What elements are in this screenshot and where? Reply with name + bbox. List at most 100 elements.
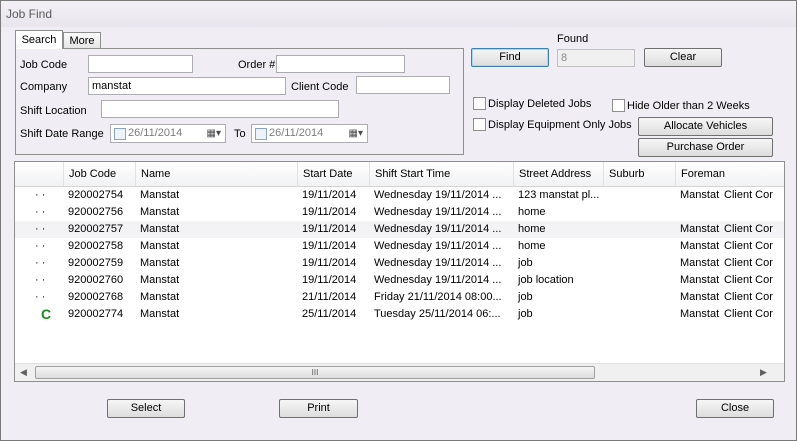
cell-suburb <box>603 306 675 323</box>
cell-status: · · <box>35 257 46 269</box>
horizontal-scrollbar[interactable]: ◀ III ▶ <box>15 363 784 381</box>
cell-start-date: 19/11/2014 <box>302 274 357 286</box>
table-row[interactable]: · · 920002757 Manstat 19/11/2014 Wednesday 1… <box>15 221 784 238</box>
display-deleted-checkbox[interactable] <box>473 97 486 110</box>
hide-older-checkbox[interactable] <box>612 99 625 112</box>
calendar-dropdown-icon[interactable]: ▦▾ <box>349 128 363 139</box>
cell-job-code: 920002774 <box>68 308 124 320</box>
cell-name: Manstat <box>140 189 180 201</box>
cell-job-code: 920002759 <box>68 257 124 269</box>
cell-status: · · <box>35 189 46 201</box>
title-bar: Job Find <box>1 1 796 27</box>
order-input[interactable] <box>276 55 405 73</box>
cell-job-code: 920002754 <box>68 189 124 201</box>
to-label: To <box>234 128 246 140</box>
calendar-dropdown-icon[interactable]: ▦▾ <box>207 128 221 139</box>
hide-older-label: Hide Older than 2 Weeks <box>627 100 750 112</box>
cell-client-contact: Client Cor <box>724 291 773 303</box>
header-start-date[interactable]: Start Date <box>297 162 369 186</box>
cell-shift-start-time: Tuesday 25/11/2014 06:... <box>374 308 501 320</box>
cell-job-code: 920002756 <box>68 206 124 218</box>
find-button[interactable]: Find <box>471 48 549 67</box>
cell-shift-start-time: Wednesday 19/11/2014 ... <box>374 257 502 269</box>
cell-shift-start-time: Friday 21/11/2014 08:00... <box>374 291 502 303</box>
cell-status: · · <box>35 240 46 252</box>
cell-status: C <box>41 306 52 322</box>
cell-shift-start-time: Wednesday 19/11/2014 ... <box>374 206 502 218</box>
job-code-input[interactable] <box>88 55 193 73</box>
tab-more[interactable]: More <box>63 32 101 48</box>
cell-start-date: 19/11/2014 <box>302 223 357 235</box>
scroll-thumb[interactable]: III <box>35 366 595 379</box>
cell-street-address: home <box>518 223 546 235</box>
cell-status: · · <box>35 274 46 286</box>
cell-name: Manstat <box>140 223 180 235</box>
results-grid[interactable]: Job Code Name Start Date Shift Start Tim… <box>14 161 785 382</box>
order-label: Order # <box>238 59 276 71</box>
cell-foreman: Manstat <box>680 308 720 320</box>
shift-location-input[interactable] <box>101 100 339 118</box>
table-row[interactable]: · · 920002760 Manstat 19/11/2014 Wednesday 1… <box>15 272 784 289</box>
cell-name: Manstat <box>140 274 180 286</box>
cell-foreman <box>675 204 723 221</box>
shift-location-label: Shift Location <box>20 105 87 117</box>
found-count: 8 <box>557 49 635 67</box>
cell-client-contact: Client Cor <box>724 274 773 286</box>
cell-start-date: 19/11/2014 <box>302 240 357 252</box>
header-status[interactable] <box>15 162 63 186</box>
cell-job-code: 920002768 <box>68 291 124 303</box>
date-to-checkbox[interactable] <box>255 128 267 140</box>
cell-foreman: Manstat <box>680 257 720 269</box>
tab-search[interactable]: Search <box>15 30 63 49</box>
header-foreman[interactable]: Foreman <box>675 162 784 186</box>
date-from-checkbox[interactable] <box>114 128 126 140</box>
client-code-input[interactable] <box>356 76 450 94</box>
shift-date-range-label: Shift Date Range <box>20 128 104 140</box>
cell-suburb <box>603 221 675 238</box>
allocate-vehicles-button[interactable]: Allocate Vehicles <box>638 117 773 136</box>
cell-street-address: job location <box>518 274 574 286</box>
cell-client-contact: Client Cor <box>724 257 773 269</box>
table-row[interactable]: · · 920002754 Manstat 19/11/2014 Wednesday 1… <box>15 187 784 204</box>
scroll-right-icon[interactable]: ▶ <box>760 367 767 378</box>
header-name[interactable]: Name <box>135 162 297 186</box>
cell-status: · · <box>35 223 46 235</box>
cell-foreman: Manstat <box>680 189 720 201</box>
job-code-label: Job Code <box>20 59 68 71</box>
cell-street-address: 123 manstat pl... <box>518 189 600 201</box>
table-row[interactable]: · · 920002759 Manstat 19/11/2014 Wednesday 1… <box>15 255 784 272</box>
cell-street-address: job <box>518 291 533 303</box>
found-label: Found <box>557 33 589 45</box>
header-shift-start-time[interactable]: Shift Start Time <box>369 162 513 186</box>
table-row[interactable]: C 920002774 Manstat 25/11/2014 Tuesday 25/11… <box>15 306 784 323</box>
cell-client-contact <box>719 204 784 221</box>
cell-start-date: 19/11/2014 <box>302 206 357 218</box>
table-row[interactable]: · · 920002756 Manstat 19/11/2014 Wednesday 1… <box>15 204 784 221</box>
cell-start-date: 25/11/2014 <box>302 308 357 320</box>
cell-street-address: home <box>518 206 546 218</box>
header-job-code[interactable]: Job Code <box>63 162 135 186</box>
display-equipment-checkbox[interactable] <box>473 118 486 131</box>
header-street-address[interactable]: Street Address <box>513 162 603 186</box>
header-suburb[interactable]: Suburb <box>603 162 675 186</box>
cell-job-code: 920002757 <box>68 223 124 235</box>
select-button[interactable]: Select <box>107 399 185 418</box>
close-button[interactable]: Close <box>696 399 774 418</box>
date-to-picker[interactable]: 26/11/2014 ▦▾ <box>251 124 368 143</box>
cell-name: Manstat <box>140 206 180 218</box>
purchase-order-button[interactable]: Purchase Order <box>638 138 773 157</box>
search-panel: Job Code Order # Company manstat Client … <box>15 48 464 155</box>
cell-foreman: Manstat <box>680 223 720 235</box>
table-row[interactable]: · · 920002758 Manstat 19/11/2014 Wednesday 1… <box>15 238 784 255</box>
date-from-picker[interactable]: 26/11/2014 ▦▾ <box>110 124 226 143</box>
print-button[interactable]: Print <box>279 399 358 418</box>
cell-suburb <box>603 255 675 272</box>
clear-button[interactable]: Clear <box>644 48 722 67</box>
company-input[interactable]: manstat <box>88 77 286 95</box>
cell-start-date: 19/11/2014 <box>302 257 357 269</box>
cell-job-code: 920002758 <box>68 240 124 252</box>
scroll-left-icon[interactable]: ◀ <box>20 367 27 378</box>
cell-suburb <box>603 289 675 306</box>
table-row[interactable]: · · 920002768 Manstat 21/11/2014 Friday 21/1… <box>15 289 784 306</box>
cell-client-contact: Client Cor <box>724 240 773 252</box>
